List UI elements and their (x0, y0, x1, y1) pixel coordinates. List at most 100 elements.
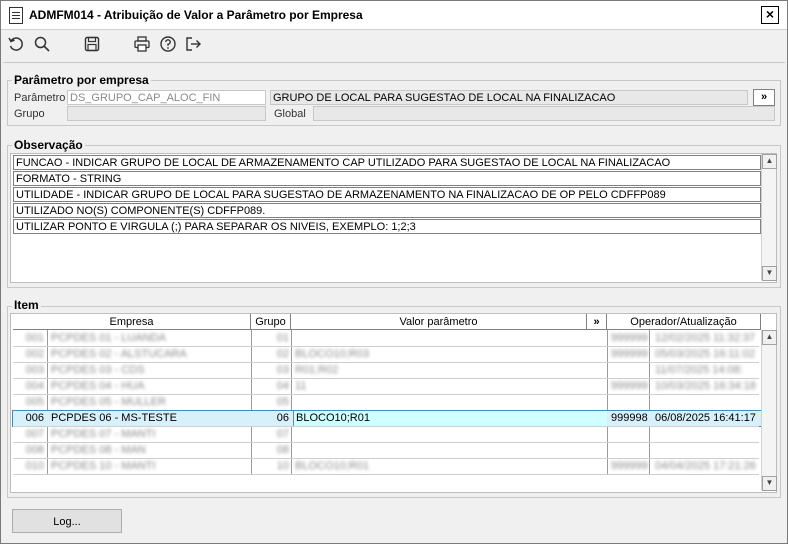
scroll-up-icon[interactable]: ▲ (762, 154, 777, 169)
table-row[interactable]: 003 PCPDES 03 - CDS 03 R01;R02 11/07/2025 14… (13, 363, 761, 378)
scroll-down-icon[interactable]: ▼ (762, 266, 777, 281)
cell-valor[interactable] (293, 395, 607, 410)
cell-operador (609, 395, 651, 410)
cell-operador: 999999 (611, 380, 648, 392)
observacao-legend: Observação (12, 138, 85, 152)
table-row[interactable]: 010 PCPDES 10 - MANTI 10 BLOCO10;R01 999999 0… (13, 459, 761, 474)
item-legend: Item (12, 298, 41, 312)
cell-grupo: 03 (276, 364, 289, 376)
cell-valor[interactable]: BLOCO10;R03 (293, 347, 607, 362)
log-button[interactable]: Log... (12, 509, 122, 533)
window-title: ADMFM014 - Atribuição de Valor a Parâmet… (29, 8, 363, 22)
cell-grupo: 02 (276, 348, 289, 360)
cell-grupo: 04 (276, 380, 289, 392)
cell-empresa-name: PCPDES 06 - MS-TESTE (49, 411, 249, 426)
item-scrollbar[interactable]: ▲ ▼ (761, 330, 777, 491)
scroll-down-icon[interactable]: ▼ (762, 476, 777, 491)
cell-grupo: 01 (276, 332, 289, 344)
observacao-line: FUNCAO - INDICAR GRUPO DE LOCAL DE ARMAZ… (13, 155, 761, 170)
parametro-label: Parâmetro (14, 92, 66, 104)
cell-operador: 999999 (611, 460, 648, 472)
observacao-scrollbar[interactable]: ▲ ▼ (761, 154, 777, 281)
row-separator (13, 474, 759, 475)
cell-atualizacao: 06/08/2025 16:41:17 (655, 412, 756, 424)
cell-empresa-name: PCPDES 08 - MAN (51, 444, 146, 456)
cell-operador: 999998 (611, 412, 648, 424)
observacao-line: UTILIZADO NO(S) COMPONENTE(S) CDFFP089. (13, 203, 761, 218)
col-header-valor-label: Valor parâmetro (399, 316, 478, 328)
cell-empresa-code: 004 (25, 380, 44, 392)
global-label: Global (274, 108, 306, 120)
cell-valor[interactable]: 11 (293, 379, 607, 394)
undo-icon[interactable] (5, 33, 27, 55)
cell-atualizacao: 04/04/2025 17:21:26 (655, 460, 756, 472)
cell-valor[interactable] (293, 331, 607, 346)
observacao-line: FORMATO - STRING (13, 171, 761, 186)
print-icon[interactable] (131, 33, 153, 55)
cell-grupo: 08 (276, 444, 289, 456)
cell-atualizacao: 05/03/2025 16:11:02 (655, 348, 756, 360)
application-window: ADMFM014 - Atribuição de Valor a Parâmet… (0, 0, 788, 544)
exit-icon[interactable] (182, 33, 204, 55)
cell-empresa-code: 006 (25, 412, 44, 424)
observacao-line: UTILIDADE - INDICAR GRUPO DE LOCAL PARA … (13, 187, 761, 202)
observacao-line: UTILIZAR PONTO E VIRGULA (;) PARA SEPARA… (13, 219, 761, 234)
col-header-operador[interactable]: Operador/Atualização (607, 314, 761, 330)
save-icon[interactable] (81, 33, 103, 55)
cell-operador: 999999 (611, 332, 648, 344)
col-header-grupo-label: Grupo (255, 316, 286, 328)
cell-empresa-name: PCPDES 01 - LUANDA (51, 332, 166, 344)
cell-empresa-code: 001 (25, 332, 44, 344)
cell-empresa-name: PCPDES 05 - MULLER (51, 396, 166, 408)
cell-empresa-code: 008 (25, 444, 44, 456)
cell-operador (609, 427, 651, 442)
observacao-text-area[interactable]: FUNCAO - INDICAR GRUPO DE LOCAL DE ARMAZ… (10, 153, 777, 283)
cell-valor[interactable] (293, 443, 607, 458)
cell-atualizacao (653, 395, 761, 410)
cell-grupo: 05 (276, 396, 289, 408)
expand-description-button[interactable]: » (753, 89, 775, 106)
cell-grupo: 10 (276, 460, 289, 472)
item-grid[interactable]: Empresa Grupo Valor parâmetro » Operador… (10, 313, 777, 493)
cell-valor[interactable]: BLOCO10;R01 (293, 459, 607, 474)
search-icon[interactable] (31, 33, 53, 55)
cell-atualizacao (653, 427, 761, 442)
scroll-up-icon[interactable]: ▲ (762, 330, 777, 345)
expand-valor-button[interactable]: » (587, 314, 607, 330)
table-row[interactable]: 005 PCPDES 05 - MULLER 05 (13, 395, 761, 410)
parametro-field[interactable]: DS_GRUPO_CAP_ALOC_FIN (67, 90, 266, 105)
cell-valor[interactable] (293, 427, 607, 442)
col-header-valor[interactable]: Valor parâmetro (291, 314, 587, 330)
cell-operador: 999999 (611, 348, 648, 360)
col-header-operador-label: Operador/Atualização (630, 316, 737, 328)
cell-operador (609, 363, 651, 378)
cell-atualizacao (653, 443, 761, 458)
grupo-field (67, 106, 266, 121)
cell-atualizacao: 10/03/2025 16:34:18 (655, 380, 756, 392)
cell-empresa-name: PCPDES 03 - CDS (51, 364, 145, 376)
table-row[interactable]: 001 PCPDES 01 - LUANDA 01 999999 12/02/2025 … (13, 331, 761, 346)
cell-empresa-code: 003 (25, 364, 44, 376)
help-icon[interactable] (157, 33, 179, 55)
expand-valor-label: » (593, 316, 600, 328)
cell-valor[interactable]: BLOCO10;R01 (293, 411, 607, 426)
cell-empresa-name: PCPDES 07 - MANTI (51, 428, 156, 440)
cell-operador (609, 443, 651, 458)
cell-empresa-code: 002 (25, 348, 44, 360)
table-row[interactable]: 006 PCPDES 06 - MS-TESTE 06 BLOCO10;R01 9999… (12, 410, 762, 427)
table-row[interactable]: 007 PCPDES 07 - MANTI 07 (13, 427, 761, 442)
cell-valor[interactable]: R01;R02 (293, 363, 607, 378)
col-header-grupo[interactable]: Grupo (251, 314, 291, 330)
table-row[interactable]: 002 PCPDES 02 - ALSTUCARA 02 BLOCO10;R03 999… (13, 347, 761, 362)
cell-empresa-name: PCPDES 04 - HUA (51, 380, 145, 392)
cell-empresa-name: PCPDES 02 - ALSTUCARA (51, 348, 187, 360)
table-row[interactable]: 008 PCPDES 08 - MAN 08 (13, 443, 761, 458)
col-header-empresa-label: Empresa (109, 316, 154, 328)
close-button[interactable]: × (761, 6, 779, 24)
cell-empresa-code: 010 (25, 460, 44, 472)
col-header-empresa[interactable]: Empresa (13, 314, 251, 330)
cell-empresa-name: PCPDES 10 - MANTI (51, 460, 156, 472)
cell-atualizacao: 11/07/2025 14:08: (655, 364, 743, 376)
table-row[interactable]: 004 PCPDES 04 - HUA 04 11 999999 10/03/2025 1… (13, 379, 761, 394)
cell-atualizacao: 12/02/2025 11:32:37 (655, 332, 756, 344)
